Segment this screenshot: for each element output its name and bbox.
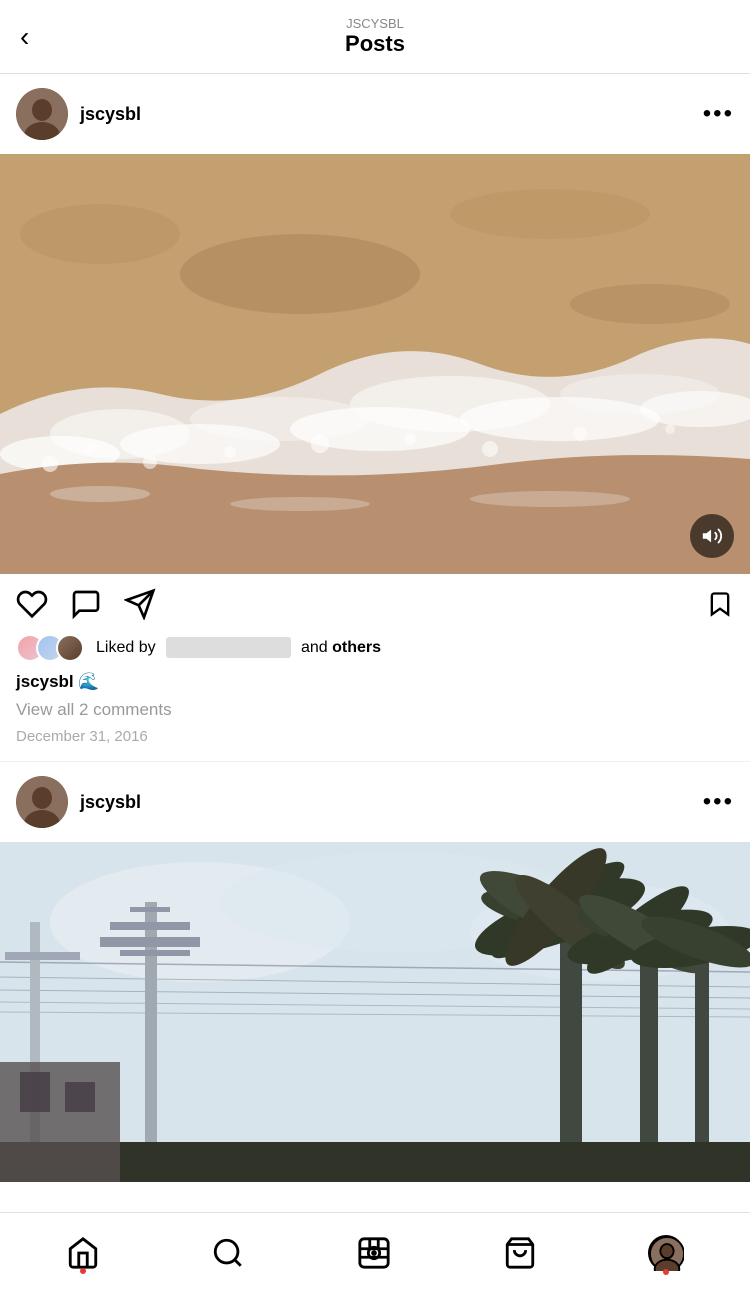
post-1-likes: Liked by and others [0, 630, 750, 668]
nav-profile-avatar [648, 1235, 684, 1271]
nav-shop[interactable] [487, 1228, 553, 1278]
comment-button[interactable] [70, 588, 102, 620]
search-icon [211, 1236, 245, 1270]
post-1-header: jscysbl ••• [0, 74, 750, 154]
reels-icon [357, 1236, 391, 1270]
post-1-actions [0, 574, 750, 630]
post-1-date: December 31, 2016 [0, 724, 750, 761]
like-button[interactable] [16, 588, 48, 620]
bookmark-icon [706, 590, 734, 618]
post-1-caption: jscysbl 🌊 [0, 668, 750, 696]
header-title-block: JSCYSBL Posts [345, 16, 405, 57]
home-icon [66, 1236, 100, 1270]
app-header: ‹ JSCYSBL Posts [0, 0, 750, 74]
post-1-avatar[interactable] [16, 88, 68, 140]
avatar-image-2 [16, 776, 68, 828]
post-1-actions-left [16, 588, 156, 620]
volume-button[interactable] [690, 514, 734, 558]
post-2-more-button[interactable]: ••• [703, 788, 734, 816]
post-2: jscysbl ••• [0, 762, 750, 1182]
nav-reels[interactable] [341, 1228, 407, 1278]
avatar-image [16, 88, 68, 140]
post-1-username[interactable]: jscysbl [80, 104, 141, 125]
header-username-small: JSCYSBL [345, 16, 405, 31]
caption-emoji: 🌊 [78, 672, 99, 691]
header-title: Posts [345, 31, 405, 57]
profile-dot [663, 1269, 669, 1275]
post-2-user-info: jscysbl [16, 776, 141, 828]
volume-icon [701, 525, 723, 547]
home-dot [80, 1268, 86, 1274]
share-button[interactable] [124, 588, 156, 620]
nav-search[interactable] [195, 1228, 261, 1278]
comment-icon [70, 588, 102, 620]
bookmark-button[interactable] [706, 590, 734, 618]
likes-text: Liked by and others [96, 639, 381, 657]
view-comments-button[interactable]: View all 2 comments [0, 696, 750, 724]
post-1: jscysbl ••• [0, 74, 750, 761]
post-2-avatar[interactable] [16, 776, 68, 828]
heart-icon [16, 588, 48, 620]
post-2-username[interactable]: jscysbl [80, 792, 141, 813]
share-icon [124, 588, 156, 620]
nav-home[interactable] [50, 1228, 116, 1278]
post-1-image [0, 154, 750, 574]
post-2-header: jscysbl ••• [0, 762, 750, 842]
caption-username[interactable]: jscysbl [16, 672, 74, 691]
post-2-image [0, 842, 750, 1182]
post-1-user-info: jscysbl [16, 88, 141, 140]
bottom-navigation [0, 1212, 750, 1292]
post-1-more-button[interactable]: ••• [703, 100, 734, 128]
like-avatar-3 [56, 634, 84, 662]
shop-icon [503, 1236, 537, 1270]
liked-by-name-blur [166, 637, 290, 658]
nav-profile[interactable] [632, 1227, 700, 1279]
like-avatars [16, 634, 76, 662]
back-button[interactable]: ‹ [20, 23, 29, 51]
